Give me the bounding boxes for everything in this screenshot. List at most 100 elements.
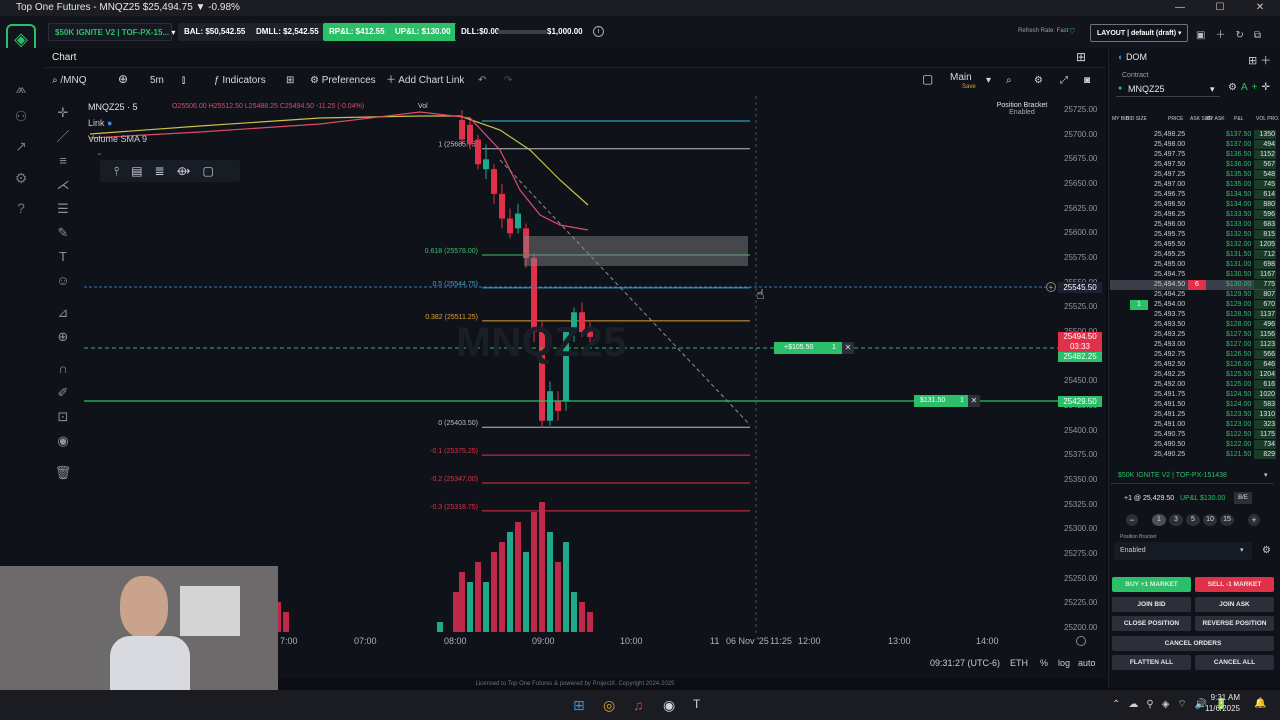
trading-app-icon[interactable]: T: [693, 697, 700, 711]
candle-body: [459, 119, 465, 140]
dom-row[interactable]: 25,496.25 $133.50 596: [1110, 210, 1276, 220]
dom-row[interactable]: 25,496.75 $134.50 614: [1110, 190, 1276, 200]
candle-body: [515, 213, 521, 229]
breakeven-button[interactable]: B/E: [1234, 492, 1252, 504]
percent-toggle[interactable]: %: [1040, 658, 1048, 668]
dom-row[interactable]: 25,492.25 $125.50 1204: [1110, 370, 1276, 380]
bracket-settings-icon[interactable]: ⚙: [1262, 545, 1271, 556]
legend-link[interactable]: Link ●: [88, 118, 112, 128]
dom-row[interactable]: 25,491.25 $123.50 1310: [1110, 410, 1276, 420]
qty-increase-button[interactable]: +: [1248, 514, 1260, 526]
contract-selector[interactable]: ● MNQZ25 ▾: [1116, 81, 1220, 97]
qty-option[interactable]: 5: [1186, 514, 1200, 526]
dom-row[interactable]: 25,493.25 $127.50 1156: [1110, 330, 1276, 340]
music-icon[interactable]: ♫: [633, 697, 644, 713]
candle-body: [507, 218, 513, 234]
dom-row[interactable]: 25,495.50 $132.00 1205: [1110, 240, 1276, 250]
dom-price: 25,495.50: [1154, 241, 1186, 248]
price-tick-label: 25600.00: [1064, 228, 1098, 238]
dom-settings-icons[interactable]: ⚙A+✛: [1228, 82, 1274, 93]
qty-option[interactable]: 15: [1220, 514, 1234, 526]
take-profit-order[interactable]: +$105.50 1: [774, 342, 842, 354]
reset-chart-icon[interactable]: [1076, 636, 1086, 646]
chart-clock: 09:31:27 (UTC-6): [930, 658, 1001, 668]
dom-row[interactable]: 25,490.25 $121.50 829: [1110, 450, 1276, 460]
flatten-all-button[interactable]: FLATTEN ALL: [1112, 655, 1191, 670]
dom-row[interactable]: 25,491.75 $124.50 1020: [1110, 390, 1276, 400]
dom-price: 25,492.75: [1154, 351, 1186, 358]
dom-row[interactable]: 25,493.75 $128.50 1137: [1110, 310, 1276, 320]
add-alert-icon[interactable]: +: [1046, 282, 1056, 292]
dom-row[interactable]: 25,491.50 $124.00 583: [1110, 400, 1276, 410]
dom-row[interactable]: 25,493.50 $128.00 496: [1110, 320, 1276, 330]
dom-price: 25,492.50: [1154, 361, 1186, 368]
dom-row[interactable]: 25,492.50 $126.00 646: [1110, 360, 1276, 370]
cancel-tp-order-icon[interactable]: ✕: [842, 342, 854, 354]
stop-order[interactable]: $131.50 1: [914, 395, 968, 407]
position-price-label: 25429.50: [1058, 396, 1102, 407]
dom-row[interactable]: 25,494.75 $130.50 1167: [1110, 270, 1276, 280]
chevron-down-icon: ▾: [1210, 84, 1215, 94]
start-icon[interactable]: ⊞: [573, 697, 585, 714]
dom-row[interactable]: 25,496.00 $133.00 683: [1110, 220, 1276, 230]
dom-row[interactable]: 25,492.00 $125.00 616: [1110, 380, 1276, 390]
notification-icon[interactable]: 🔔: [1254, 698, 1266, 709]
obs-icon[interactable]: ◉: [663, 697, 675, 714]
dom-row[interactable]: 25,497.75 $136.50 1152: [1110, 150, 1276, 160]
dom-row[interactable]: 25,498.00 $137.00 494: [1110, 140, 1276, 150]
cancel-all-button[interactable]: CANCEL ALL: [1195, 655, 1274, 670]
dom-price: 25,493.00: [1154, 341, 1186, 348]
dom-price: 25,495.75: [1154, 231, 1186, 238]
dom-price: 25,490.75: [1154, 431, 1186, 438]
bracket-selector[interactable]: Enabled ▾: [1114, 542, 1252, 560]
log-toggle[interactable]: log: [1058, 658, 1070, 668]
dom-add-icon[interactable]: ⊞ ＋: [1248, 52, 1271, 68]
dom-row[interactable]: 25,493.00 $127.00 1123: [1110, 340, 1276, 350]
dom-row[interactable]: 25,495.25 $131.50 712: [1110, 250, 1276, 260]
dom-row[interactable]: 25,497.00 $135.00 745: [1110, 180, 1276, 190]
auto-toggle[interactable]: auto: [1078, 658, 1096, 668]
dom-tab[interactable]: ◐ DOM: [1118, 52, 1147, 62]
dom-row[interactable]: 25,492.75 $126.50 566: [1110, 350, 1276, 360]
dom-row[interactable]: 25,498.25 $137.50 1350: [1110, 130, 1276, 140]
drawing-floating-toolbar[interactable]: ⫯▤≣⟴▢: [100, 160, 240, 182]
dom-row[interactable]: 25,497.25 $135.50 548: [1110, 170, 1276, 180]
candle-body: [547, 391, 553, 421]
dom-row[interactable]: 25,497.50 $136.00 567: [1110, 160, 1276, 170]
dom-row[interactable]: 25,494.00 1 $129.00 670: [1110, 300, 1276, 310]
dom-account-selector[interactable]: $50K IGNITE V2 | TOF-PX-151438 ▾: [1110, 468, 1274, 484]
dom-row[interactable]: 25,494.50 6 $130.00 775: [1110, 280, 1276, 290]
time-tick-label: 11: [710, 636, 720, 646]
qty-option[interactable]: 1: [1152, 514, 1166, 526]
cancel-stop-order-icon[interactable]: ✕: [968, 395, 980, 407]
dom-row[interactable]: 25,490.75 $122.50 1175: [1110, 430, 1276, 440]
qty-decrease-button[interactable]: −: [1126, 514, 1138, 526]
dom-row[interactable]: 25,490.50 $122.00 734: [1110, 440, 1276, 450]
join-ask-button[interactable]: JOIN ASK: [1195, 597, 1274, 612]
browser-icon[interactable]: ◎: [603, 697, 615, 714]
dom-row[interactable]: 25,495.00 $131.00 698: [1110, 260, 1276, 270]
dom-pnl: $135.00: [1226, 181, 1252, 188]
qty-option[interactable]: 10: [1203, 514, 1217, 526]
session-toggle[interactable]: ETH: [1010, 658, 1028, 668]
dom-volume: 1204: [1254, 370, 1276, 379]
dom-price: 25,497.25: [1154, 171, 1186, 178]
dom-row[interactable]: 25,491.00 $123.00 323: [1110, 420, 1276, 430]
dom-row[interactable]: 25,494.25 $129.50 807: [1110, 290, 1276, 300]
candle-body: [467, 124, 473, 145]
dom-row[interactable]: 25,496.50 $134.00 880: [1110, 200, 1276, 210]
time-tick-label: 11:25: [770, 636, 792, 646]
reverse-position-button[interactable]: REVERSE POSITION: [1195, 616, 1274, 631]
cancel-orders-button[interactable]: CANCEL ORDERS: [1112, 636, 1274, 651]
volume-bar: [453, 592, 459, 632]
buy-market-button[interactable]: BUY +1 MARKET: [1112, 577, 1191, 592]
dom-price: 25,493.25: [1154, 331, 1186, 338]
dom-row[interactable]: 25,495.75 $132.50 815: [1110, 230, 1276, 240]
close-position-button[interactable]: CLOSE POSITION: [1112, 616, 1191, 631]
dom-pnl: $132.00: [1226, 241, 1252, 248]
time-tick-label: 12:00: [798, 636, 821, 646]
volume-bar: [499, 542, 505, 632]
join-bid-button[interactable]: JOIN BID: [1112, 597, 1191, 612]
sell-market-button[interactable]: SELL -1 MARKET: [1195, 577, 1274, 592]
qty-option[interactable]: 3: [1169, 514, 1183, 526]
